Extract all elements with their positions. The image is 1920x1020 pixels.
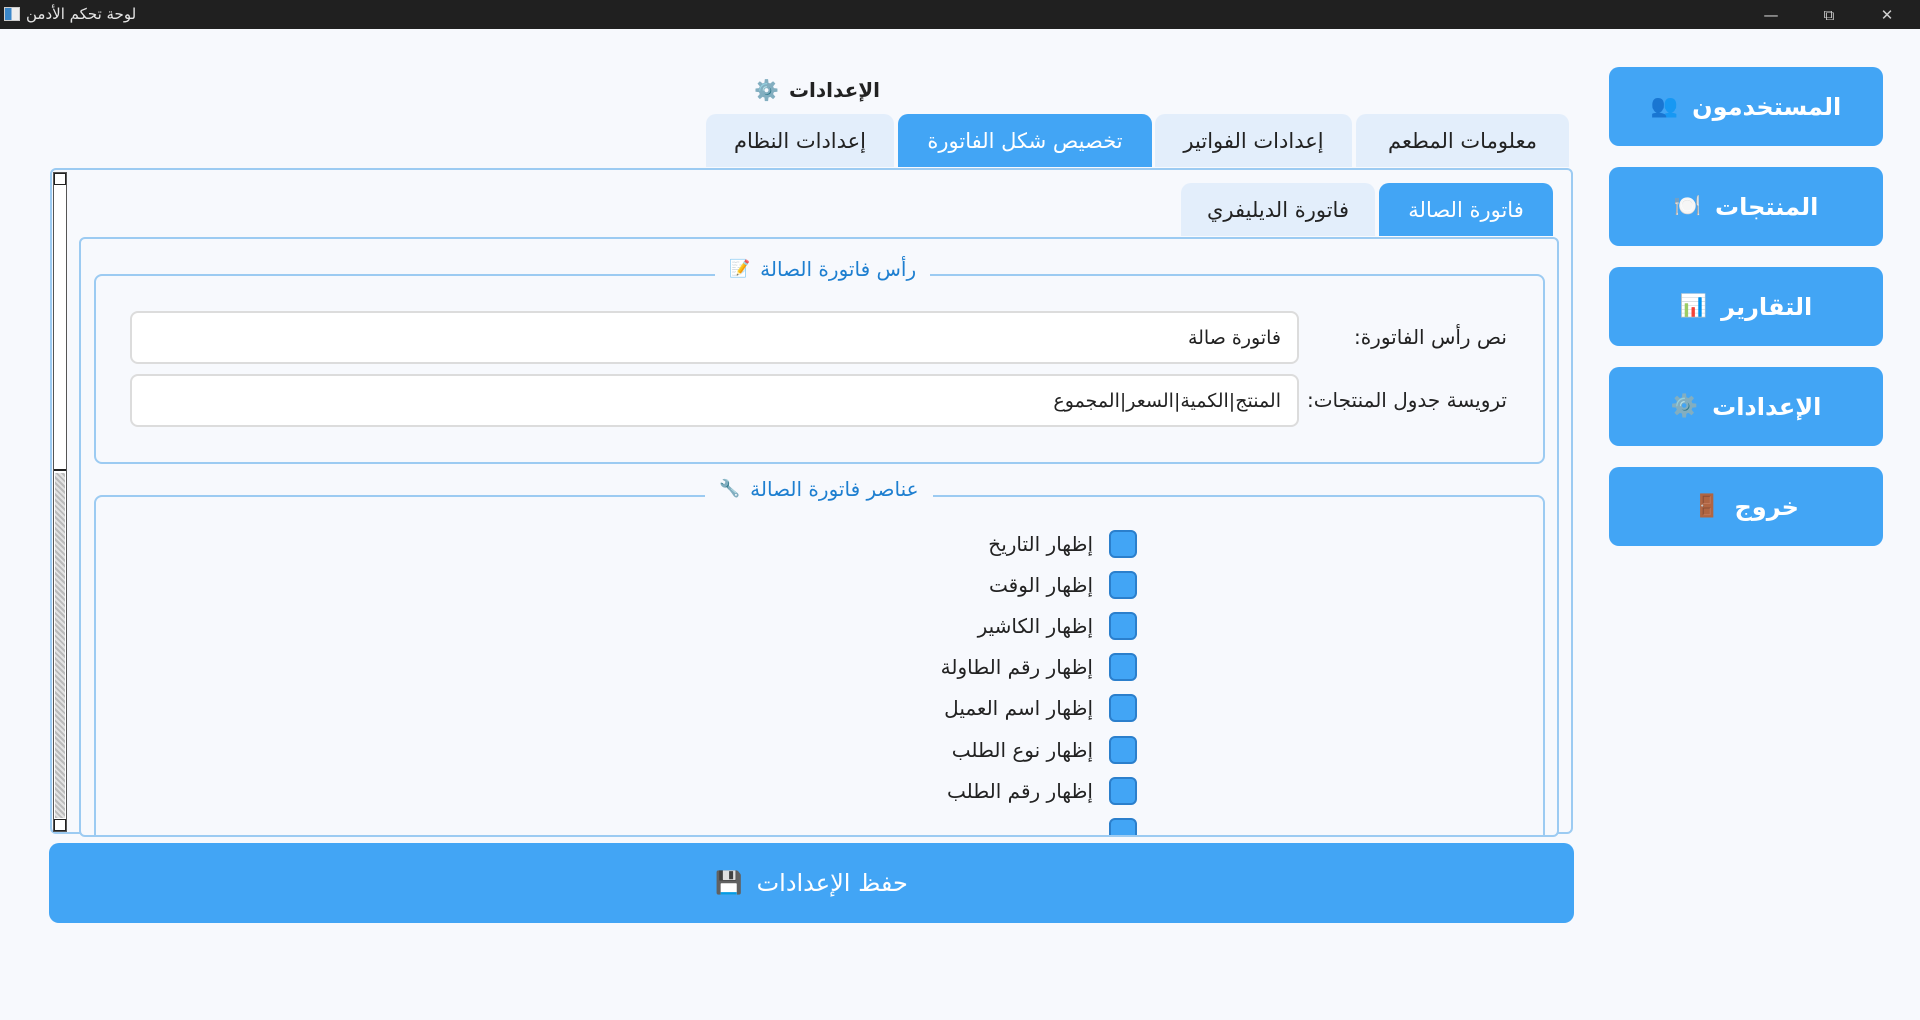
sidebar-item-label: الإعدادات — [1712, 392, 1822, 421]
checkbox[interactable] — [1109, 694, 1137, 722]
tab-label: إعدادات النظام — [733, 128, 867, 153]
invoice-header-group-title: رأس فاتورة الصالة 📝 — [715, 257, 931, 281]
checkbox[interactable] — [1109, 653, 1137, 681]
check-show-date[interactable]: إظهار التاريخ — [988, 528, 1137, 560]
group-title-text: عناصر فاتورة الصالة — [750, 477, 919, 501]
save-button-label: حفظ الإعدادات — [756, 869, 908, 897]
sidebar-item-settings[interactable]: الإعدادات ⚙️ — [1609, 367, 1883, 446]
subtab-hall-invoice[interactable]: فاتورة الصالة — [1379, 183, 1553, 236]
page-title-text: الإعدادات — [788, 78, 880, 102]
check-next-partial[interactable] — [1109, 816, 1137, 835]
check-show-customer-name[interactable]: إظهار اسم العميل — [944, 692, 1137, 724]
sidebar-item-products[interactable]: المنتجات 🍽️ — [1609, 167, 1883, 246]
save-settings-button[interactable]: حفظ الإعدادات 💾 — [49, 843, 1574, 923]
subtab-label: فاتورة الصالة — [1408, 197, 1524, 222]
scroll-thumb[interactable] — [54, 185, 66, 471]
page-title: الإعدادات ⚙️ — [740, 78, 880, 102]
invoice-header-group — [94, 274, 1545, 464]
tab-system-settings[interactable]: إعدادات النظام — [706, 114, 894, 167]
scroll-track[interactable] — [55, 473, 65, 818]
close-icon[interactable]: ✕ — [1858, 0, 1916, 29]
minimize-icon[interactable]: — — [1742, 0, 1800, 29]
sidebar-item-label: المستخدمون — [1692, 92, 1842, 121]
check-label: إظهار رقم الطلب — [946, 779, 1093, 803]
header-text-input[interactable]: فاتورة صالة — [130, 311, 1299, 364]
invoice-elements-group-title: عناصر فاتورة الصالة 🔧 — [705, 477, 933, 501]
checkbox[interactable] — [1109, 571, 1137, 599]
tab-label: إعدادات الفواتير — [1183, 128, 1324, 153]
check-label: إظهار التاريخ — [988, 532, 1093, 556]
gear-icon: ⚙️ — [1670, 394, 1699, 419]
tab-invoice-customization[interactable]: تخصيص شكل الفاتورة — [898, 114, 1152, 167]
check-show-order-number[interactable]: إظهار رقم الطلب — [947, 775, 1137, 807]
check-show-cashier[interactable]: إظهار الكاشير — [978, 610, 1137, 642]
scroll-down-arrow[interactable] — [54, 819, 66, 831]
group-title-text: رأس فاتورة الصالة — [760, 257, 917, 281]
subtab-delivery-invoice[interactable]: فاتورة الديليفري — [1181, 183, 1375, 236]
subtab-panel: رأس فاتورة الصالة 📝 نص رأس الفاتورة: فات… — [79, 237, 1559, 837]
sidebar-item-label: خروج — [1734, 492, 1799, 521]
window-title: لوحة تحكم الأدمن — [26, 5, 137, 23]
sidebar-item-reports[interactable]: التقارير 📊 — [1609, 267, 1883, 346]
tab-restaurant-info[interactable]: معلومات المطعم — [1356, 114, 1569, 167]
floppy-disk-icon: 💾 — [715, 870, 743, 896]
vertical-scrollbar[interactable] — [53, 172, 67, 832]
checkbox[interactable] — [1109, 777, 1137, 805]
input-value: فاتورة صالة — [1187, 326, 1281, 349]
check-show-time[interactable]: إظهار الوقت — [989, 569, 1137, 601]
memo-icon: 📝 — [729, 259, 751, 279]
check-show-order-type[interactable]: إظهار نوع الطلب — [952, 734, 1137, 766]
tab-invoice-settings[interactable]: إعدادات الفواتير — [1155, 114, 1352, 167]
title-bar: لوحة تحكم الأدمن — ⧉ ✕ — [0, 0, 1920, 29]
check-show-table-number[interactable]: إظهار رقم الطاولة — [941, 651, 1137, 683]
wrench-icon: 🔧 — [719, 479, 741, 499]
checkbox[interactable] — [1109, 612, 1137, 640]
tab-label: معلومات المطعم — [1388, 128, 1537, 153]
input-value: المنتج|الكمية|السعر|المجموع — [1053, 389, 1281, 412]
check-label: إظهار رقم الطاولة — [940, 655, 1093, 679]
sidebar-item-label: التقارير — [1721, 292, 1813, 321]
checkbox[interactable] — [1109, 530, 1137, 558]
checkbox[interactable] — [1109, 736, 1137, 764]
door-icon: 🚪 — [1693, 494, 1721, 519]
gear-icon: ⚙️ — [754, 78, 779, 102]
users-icon: 👥 — [1650, 94, 1679, 119]
invoice-elements-group — [94, 495, 1545, 835]
scroll-up-arrow[interactable] — [54, 173, 66, 185]
table-header-label: ترويسة جدول المنتجات: — [1306, 388, 1507, 412]
table-header-input[interactable]: المنتج|الكمية|السعر|المجموع — [130, 374, 1299, 427]
app-icon — [4, 7, 20, 21]
sidebar-item-logout[interactable]: خروج 🚪 — [1609, 467, 1883, 546]
chart-icon: 📊 — [1679, 294, 1708, 319]
sidebar-item-label: المنتجات — [1715, 192, 1819, 221]
subtab-label: فاتورة الديليفري — [1207, 197, 1349, 222]
header-text-label: نص رأس الفاتورة: — [1353, 325, 1507, 349]
tab-label: تخصيص شكل الفاتورة — [927, 128, 1123, 153]
checkbox[interactable] — [1109, 818, 1137, 835]
check-label: إظهار الوقت — [989, 573, 1093, 597]
plate-icon: 🍽️ — [1673, 194, 1702, 219]
restore-icon[interactable]: ⧉ — [1800, 0, 1858, 29]
check-label: إظهار نوع الطلب — [951, 738, 1093, 762]
check-label: إظهار اسم العميل — [944, 696, 1093, 720]
sidebar-item-users[interactable]: المستخدمون 👥 — [1609, 67, 1883, 146]
check-label: إظهار الكاشير — [977, 614, 1093, 638]
